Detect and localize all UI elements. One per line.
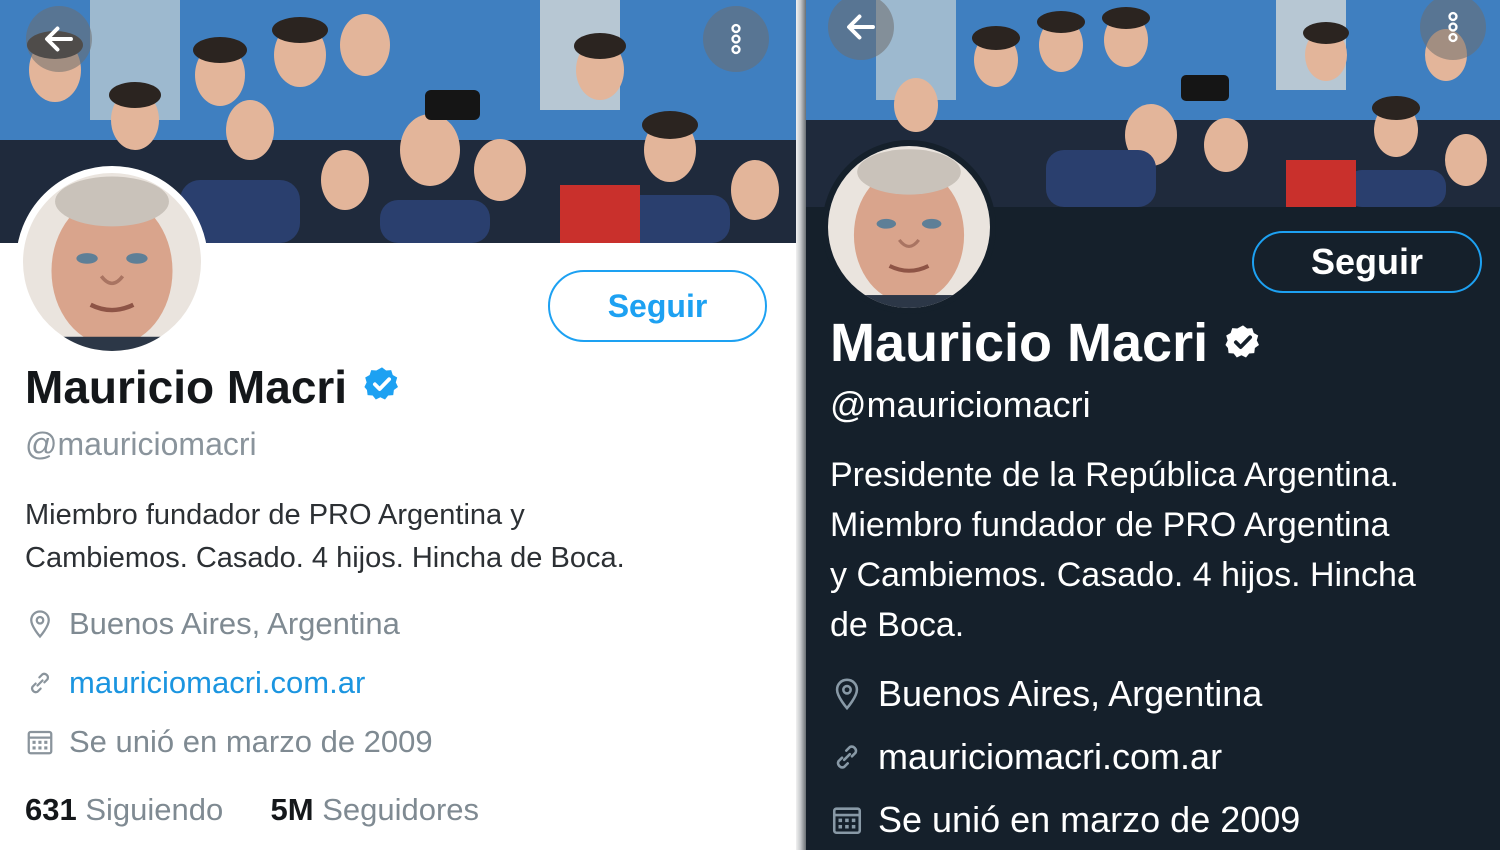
location-text: Buenos Aires, Argentina [69,606,400,641]
bio-line: Miembro fundador de PRO Argentina [830,506,1390,544]
follow-button[interactable]: Seguir [1252,231,1482,293]
profile-name-row: Mauricio Macri [830,312,1262,374]
verified-badge-icon [363,360,401,414]
follow-button[interactable]: Seguir [548,270,767,342]
website-link[interactable]: mauriciomacri.com.ar [878,736,1222,778]
location-pin-icon [830,676,864,712]
more-vertical-icon [1448,11,1458,43]
bio-line: de Boca. [830,606,965,644]
profile-bio: Miembro fundador de PRO Argentina y Camb… [25,494,765,580]
follow-counts: 631 Siguiendo 5M Seguidores [25,792,479,828]
following-count: 631 [25,792,77,827]
website-link[interactable]: mauriciomacri.com.ar [69,665,365,701]
bio-line: Presidente de la República Argentina. [830,456,1399,494]
profile-avatar[interactable] [16,166,208,358]
calendar-icon [25,726,55,758]
link-icon [830,739,864,775]
location-pin-icon [25,608,55,640]
followers-count: 5M [270,792,314,827]
profile-name: Mauricio Macri [830,313,1209,373]
panel-divider [796,0,806,850]
joined-text: Se unió en marzo de 2009 [69,724,433,759]
more-vertical-icon [731,23,741,55]
profile-handle: @mauriciomacri [25,426,257,462]
location-row: Buenos Aires, Argentina [25,606,400,642]
website-row[interactable]: mauriciomacri.com.ar [25,665,365,701]
arrow-left-icon [847,14,875,40]
joined-row: Se unió en marzo de 2009 [830,799,1300,841]
location-row: Buenos Aires, Argentina [830,673,1262,715]
more-options-button[interactable] [703,6,769,72]
joined-text: Se unió en marzo de 2009 [878,799,1301,840]
followers-link[interactable]: 5M Seguidores [271,792,480,827]
profile-avatar[interactable] [822,140,996,314]
profile-panel-light: Seguir Mauricio Macri @mauriciomacri Mie… [0,0,796,850]
back-button[interactable] [26,6,92,72]
following-label: Siguiendo [85,792,224,827]
bio-line: Miembro fundador de PRO Argentina y [25,499,525,531]
followers-label: Seguidores [322,792,480,827]
profile-panel-dark: Seguir Mauricio Macri @mauriciomacri Pre… [806,0,1500,850]
verified-badge-icon [1224,312,1262,374]
location-text: Buenos Aires, Argentina [878,673,1263,714]
website-row[interactable]: mauriciomacri.com.ar [830,736,1222,778]
profile-bio: Presidente de la República Argentina. Mi… [830,450,1495,650]
profile-name-row: Mauricio Macri [25,360,401,414]
profile-name: Mauricio Macri [25,361,348,413]
bio-line: Cambiemos. Casado. 4 hijos. Hincha de Bo… [25,542,625,574]
link-icon [25,667,55,699]
profile-handle: @mauriciomacri [830,384,1091,425]
following-link[interactable]: 631 Siguiendo [25,792,232,827]
joined-row: Se unió en marzo de 2009 [25,724,433,760]
calendar-icon [830,802,864,838]
bio-line: y Cambiemos. Casado. 4 hijos. Hincha [830,556,1416,594]
arrow-left-icon [45,26,73,52]
